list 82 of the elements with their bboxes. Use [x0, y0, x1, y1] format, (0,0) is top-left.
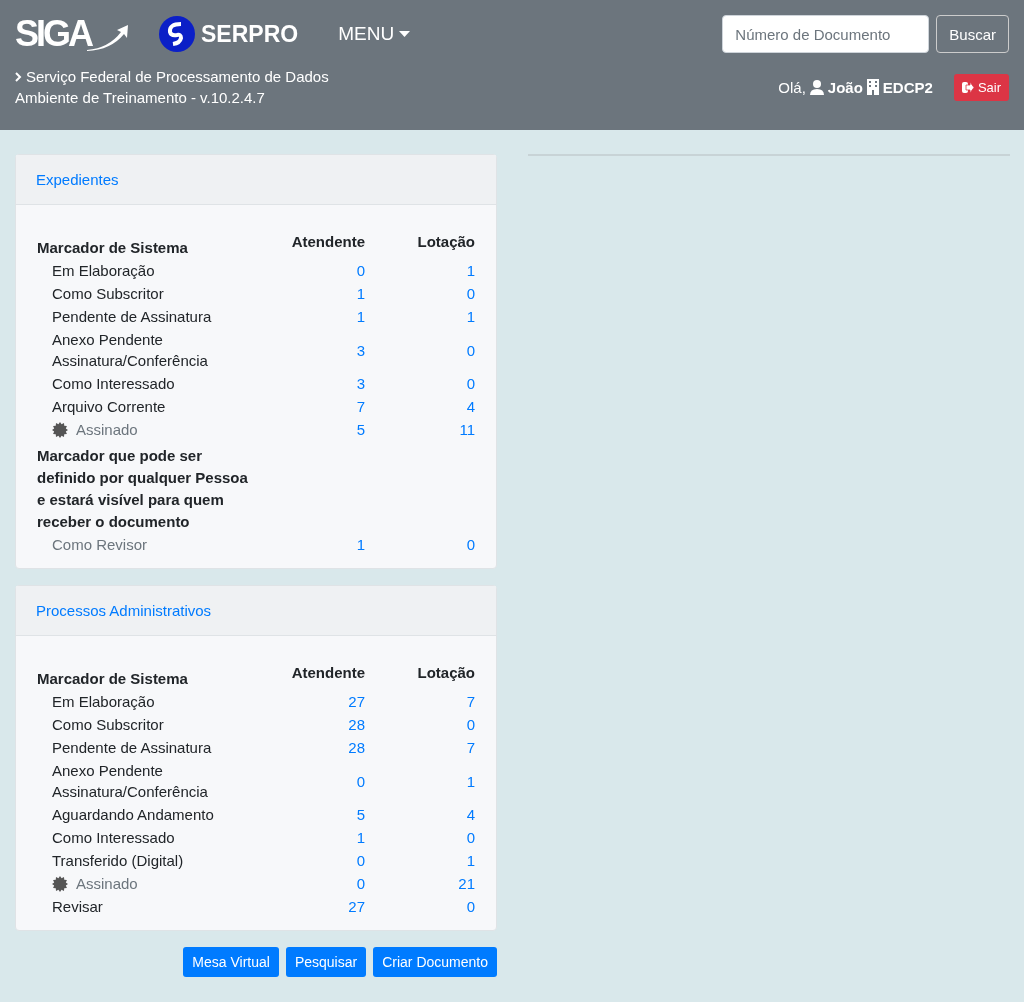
count-link[interactable]: 21	[365, 875, 475, 892]
count-link[interactable]: 0	[259, 772, 365, 790]
marker-label: Pendente de Assinatura	[52, 307, 212, 327]
marker-label: Transferido (Digital)	[52, 851, 184, 871]
environment-label: Ambiente de Treinamento - v.10.2.4.7	[15, 89, 266, 106]
org-name: Serviço Federal de Processamento de Dados	[26, 68, 329, 85]
count-link[interactable]: 0	[365, 536, 475, 553]
circle-logo-icon	[159, 16, 195, 52]
sign-out-icon	[961, 81, 974, 93]
panel-title: Expedientes	[36, 171, 119, 188]
count-link[interactable]: 1	[259, 285, 365, 302]
action-button[interactable]: Criar Documento	[373, 947, 497, 977]
count-link[interactable]: 1	[365, 852, 475, 869]
count-link[interactable]: 5	[259, 421, 365, 438]
count-link[interactable]: 0	[365, 898, 475, 915]
unit-name: EDCP2	[882, 78, 933, 96]
column-header: Atendente	[290, 664, 365, 683]
count-link[interactable]: 28	[259, 739, 365, 756]
building-icon	[866, 79, 879, 95]
marker-label: Como Subscritor	[52, 715, 164, 735]
count-link[interactable]: 27	[259, 898, 365, 915]
count-link[interactable]: 0	[365, 285, 475, 302]
count-link[interactable]: 5	[259, 806, 365, 823]
marker-label: Anexo Pendente Assinatura/Conferência	[52, 330, 209, 371]
count-link[interactable]: 0	[365, 716, 475, 733]
marker-label: Anexo Pendente Assinatura/Conferência	[52, 761, 209, 802]
action-button[interactable]: Pesquisar	[285, 947, 367, 977]
count-link[interactable]: 1	[259, 536, 365, 553]
count-link[interactable]: 7	[259, 398, 365, 415]
user-icon	[809, 79, 824, 95]
count-link[interactable]: 28	[259, 716, 365, 733]
count-link[interactable]: 4	[365, 806, 475, 823]
count-link[interactable]: 0	[259, 875, 365, 892]
column-header: Lotação	[416, 664, 475, 683]
menu-dropdown[interactable]: MENU	[338, 23, 411, 45]
count-link[interactable]: 7	[365, 739, 475, 756]
count-link[interactable]: 0	[365, 341, 475, 359]
marker-label: Assinado	[76, 420, 138, 440]
count-link[interactable]: 1	[365, 308, 475, 325]
count-link[interactable]: 1	[259, 308, 365, 325]
user-name: João	[827, 78, 863, 96]
greeting: Olá,	[778, 78, 806, 96]
marker-label: Revisar	[52, 897, 103, 917]
count-link[interactable]: 7	[365, 693, 475, 710]
count-link[interactable]: 11	[365, 421, 475, 438]
group-heading: Marcador que pode ser definido por qualquer Pessoa e estará visível para quem receber o documento	[37, 446, 249, 532]
count-link[interactable]: 0	[365, 375, 475, 392]
count-link[interactable]: 1	[259, 829, 365, 846]
app-logo: SIGA	[15, 16, 91, 52]
marker-label: Como Subscritor	[52, 284, 164, 304]
seal-icon	[52, 421, 68, 438]
column-header: Atendente	[290, 233, 365, 252]
search-field[interactable]: Número de Documento	[722, 15, 930, 53]
count-link[interactable]: 1	[365, 772, 475, 790]
chevron-right-icon	[15, 71, 22, 82]
marker-label: Arquivo Corrente	[52, 397, 166, 417]
count-link[interactable]: 0	[365, 829, 475, 846]
action-button[interactable]: Mesa Virtual	[183, 947, 279, 977]
seal-icon	[52, 875, 68, 892]
marker-label: Assinado	[76, 874, 138, 894]
caret-icon	[399, 31, 411, 37]
marker-label: Em Elaboração	[52, 692, 155, 712]
count-link[interactable]: 3	[259, 341, 365, 359]
marker-label: Como Revisor	[52, 535, 148, 555]
logout-button[interactable]: Sair	[953, 73, 1009, 101]
count-link[interactable]: 1	[365, 262, 475, 279]
group-heading: Marcador de Sistema	[37, 238, 189, 258]
marker-label: Como Interessado	[52, 828, 175, 848]
marker-label: Pendente de Assinatura	[52, 738, 212, 758]
count-link[interactable]: 3	[259, 375, 365, 392]
count-link[interactable]: 0	[259, 262, 365, 279]
marker-label: Em Elaboração	[52, 261, 155, 281]
marker-label: Como Interessado	[52, 374, 175, 394]
search-button[interactable]: Buscar	[936, 15, 1009, 53]
count-link[interactable]: 4	[365, 398, 475, 415]
panel-title: Processos Administrativos	[36, 602, 212, 619]
marker-label: Aguardando Andamento	[52, 805, 214, 825]
column-header: Lotação	[416, 233, 475, 252]
count-link[interactable]: 27	[259, 693, 365, 710]
group-heading: Marcador de Sistema	[37, 669, 189, 689]
count-link[interactable]: 0	[259, 852, 365, 869]
org-logo: SERPRO	[201, 20, 299, 48]
